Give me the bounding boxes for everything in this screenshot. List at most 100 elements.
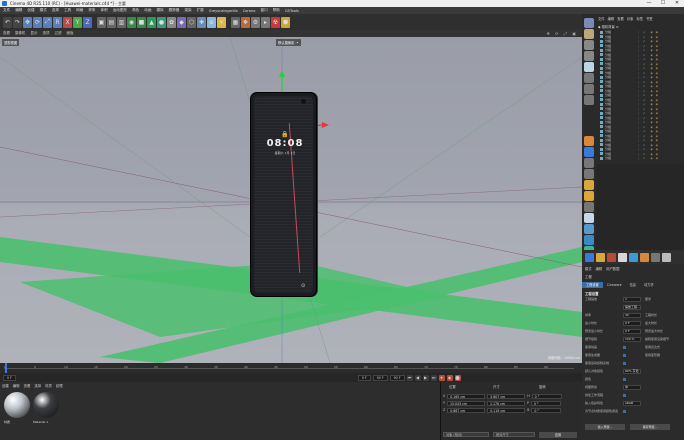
menu-item[interactable]: 样条 xyxy=(88,8,95,13)
toolbar-icon[interactable]: ↷ xyxy=(13,16,22,28)
toolbar-icon[interactable]: ☢ xyxy=(271,16,280,28)
tool-strip-icon[interactable] xyxy=(584,136,594,146)
apply-button[interactable]: 应用 xyxy=(539,432,577,438)
toolbar-icon[interactable]: ✚ xyxy=(197,16,206,28)
toolbar-icon[interactable]: ↶ xyxy=(3,16,12,28)
start-frame-field[interactable]: 0 F xyxy=(357,374,371,381)
material-menu-item[interactable]: 材质 xyxy=(45,383,52,388)
menu-item[interactable]: 运动图形 xyxy=(113,8,127,13)
timeline-ruler[interactable]: 051015202530354045505560657075808590 xyxy=(4,364,574,369)
attribute-value[interactable]: 100 % xyxy=(623,337,641,342)
toolbar-icon[interactable]: ✿ xyxy=(167,16,176,28)
toolbar-icon[interactable]: ■ xyxy=(137,16,146,28)
material-menu-item[interactable]: 选择 xyxy=(34,383,41,388)
attribute-tab[interactable]: Cineware xyxy=(603,282,626,288)
attribute-value[interactable]: 缩放工程... xyxy=(623,305,641,310)
attribute-tool-icon[interactable] xyxy=(596,252,605,262)
coord-mode-select[interactable]: 对象 (相对) xyxy=(443,432,489,437)
camera-label[interactable]: 默认摄像机 ·• xyxy=(276,39,301,46)
rotation-field[interactable]: 0 ° xyxy=(531,394,562,399)
attribute-checkbox[interactable] xyxy=(623,362,626,365)
material-menu-item[interactable]: 查看 xyxy=(24,383,31,388)
toolbar-icon[interactable]: ⬢ xyxy=(281,16,290,28)
toolbar-icon[interactable]: ❖ xyxy=(241,16,250,28)
object-menu-item[interactable]: 对象 xyxy=(627,16,634,21)
menu-item[interactable]: 文件 xyxy=(3,8,10,13)
toolbar-icon[interactable]: R xyxy=(53,16,62,28)
tool-strip-icon[interactable] xyxy=(584,84,594,94)
attribute-tool-icon[interactable] xyxy=(629,252,638,262)
menu-item[interactable]: Corona xyxy=(243,9,256,13)
attribute-tab[interactable]: 动力学 xyxy=(640,282,658,288)
toolbar-icon[interactable]: ⬡ xyxy=(187,16,196,28)
menu-item[interactable]: 帮助 xyxy=(273,8,280,13)
viewport-menu-item[interactable]: 选项 xyxy=(43,31,50,36)
attribute-menu-item[interactable]: 用户数据 xyxy=(606,266,619,271)
close-button[interactable]: ✕ xyxy=(670,0,684,7)
attribute-checkbox[interactable] xyxy=(623,354,626,357)
tool-strip-icon[interactable] xyxy=(584,158,594,168)
tool-strip-icon[interactable] xyxy=(584,202,594,212)
menu-item[interactable]: 编辑 xyxy=(15,8,22,13)
toolbar-icon[interactable]: ▦ xyxy=(231,16,240,28)
size-field[interactable]: 0.119 cm xyxy=(487,408,526,413)
playhead[interactable] xyxy=(5,363,7,373)
viewport-menu-item[interactable]: 显示 xyxy=(31,31,38,36)
attribute-value[interactable]: 30 xyxy=(623,313,641,318)
menu-item[interactable]: 网格 xyxy=(76,8,83,13)
toolbar-icon[interactable]: ▥ xyxy=(117,16,126,28)
menu-item[interactable]: 动画 xyxy=(144,8,151,13)
menu-item[interactable]: 角色 xyxy=(132,8,139,13)
tool-strip-icon[interactable] xyxy=(584,169,594,179)
attribute-value[interactable]: 60% 灰色 xyxy=(623,369,641,374)
object-tags[interactable]: ◈ ◈ xyxy=(650,156,659,160)
attribute-menu-item[interactable]: 编辑 xyxy=(596,266,603,271)
toolbar-icon[interactable]: ⊕ xyxy=(207,16,216,28)
object-manager-empty-area[interactable] xyxy=(596,164,684,250)
tool-strip-icon[interactable] xyxy=(584,29,594,39)
toolbar-icon[interactable]: ⟳ xyxy=(33,16,42,28)
size-field[interactable]: 5.607 cm xyxy=(487,394,526,399)
menu-item[interactable]: 工具 xyxy=(64,8,71,13)
menu-item[interactable]: 选择 xyxy=(52,8,59,13)
object-menu-item[interactable]: 标签 xyxy=(636,16,643,21)
toolbar-icon[interactable]: ✥ xyxy=(23,16,32,28)
preview-end-field[interactable]: 90 F xyxy=(389,374,405,381)
viewport-menu-item[interactable]: 过滤 xyxy=(55,31,62,36)
object-menu-item[interactable]: 书签 xyxy=(646,16,653,21)
attribute-checkbox[interactable] xyxy=(623,378,626,381)
transport-button[interactable]: ⏭ xyxy=(430,374,437,381)
size-mode-select[interactable]: 绝对尺寸 xyxy=(493,432,535,437)
viewport-nav-icons[interactable]: ✥ ⟳ ⤢ ▣ xyxy=(547,31,579,36)
toolbar-icon[interactable]: ◆ xyxy=(177,16,186,28)
menu-item[interactable]: 模拟 xyxy=(156,8,163,13)
attribute-menu-item[interactable]: 模式 xyxy=(585,266,592,271)
tool-strip-icon[interactable] xyxy=(584,51,594,61)
tool-strip-icon[interactable] xyxy=(584,73,594,83)
rotation-field[interactable]: 0 ° xyxy=(530,401,561,406)
tool-strip-icon[interactable] xyxy=(584,40,594,50)
attribute-tab[interactable]: 信息 xyxy=(626,282,640,288)
minimize-button[interactable]: — xyxy=(642,0,656,7)
attribute-tool-icon[interactable] xyxy=(662,252,671,262)
menu-item[interactable]: 模式 xyxy=(40,8,47,13)
save-preset-button[interactable]: 保存预置... xyxy=(630,424,670,430)
attribute-checkbox[interactable] xyxy=(623,410,626,413)
tool-strip-icon[interactable] xyxy=(584,224,594,234)
toolbar-icon[interactable]: ▤ xyxy=(107,16,116,28)
tool-strip-icon[interactable] xyxy=(584,180,594,190)
viewport-menu-item[interactable]: 查看 xyxy=(3,31,10,36)
attribute-tab[interactable]: 工程设置 xyxy=(582,282,603,288)
transport-button[interactable]: ⏺ xyxy=(438,374,445,381)
position-field[interactable]: 0.165 cm xyxy=(447,394,486,399)
object-flags[interactable]: ⋮ ✓ xyxy=(637,156,646,160)
object-menu-item[interactable]: 编辑 xyxy=(608,16,615,21)
menu-item[interactable]: 渲染 xyxy=(184,8,191,13)
toolbar-icon[interactable]: Z xyxy=(83,16,92,28)
position-field[interactable]: 0.667 cm xyxy=(447,408,486,413)
attribute-value[interactable]: 0 F xyxy=(623,321,641,326)
toolbar-icon[interactable]: ▲ xyxy=(147,16,156,28)
tool-strip-icon[interactable] xyxy=(584,95,594,105)
transport-button[interactable]: ◀ xyxy=(414,374,421,381)
toolbar-icon[interactable]: ▸ xyxy=(261,16,270,28)
